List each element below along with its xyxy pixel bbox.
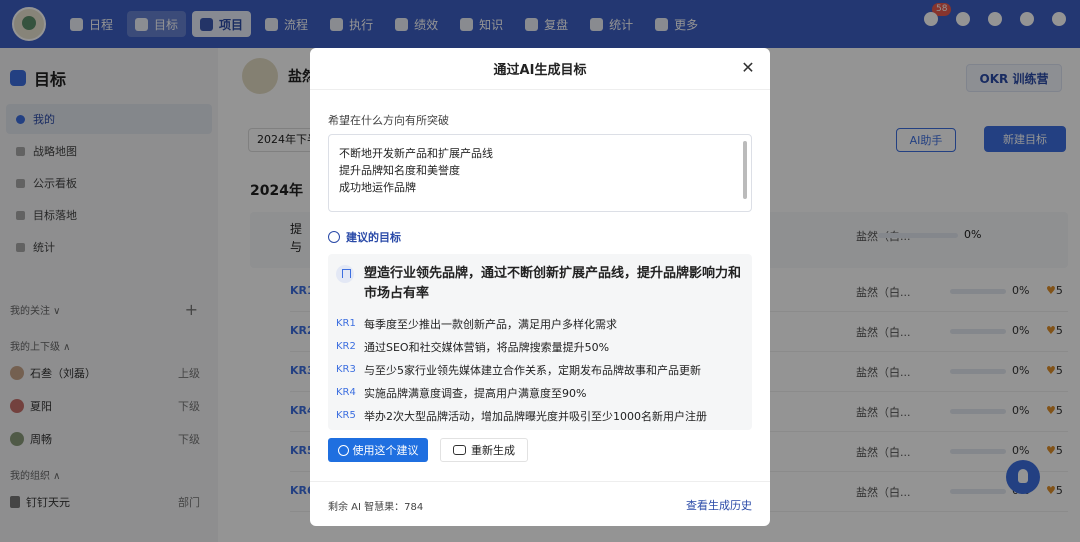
list-item: KR3 与至少5家行业领先媒体建立合作关系，定期发布品牌故事和产品更新	[336, 363, 701, 377]
list-item: KR2 通过SEO和社交媒体营销，将品牌搜索量提升50%	[336, 340, 610, 354]
flag-icon	[336, 265, 354, 283]
ai-generate-dialog: 通过AI生成目标 ✕ 希望在什么方向有所突破 不断地开发新产品和扩展产品线 提升…	[310, 48, 770, 526]
list-item: KR5 举办2次大型品牌活动，增加品牌曝光度并吸引至少1000名新用户注册	[336, 409, 707, 423]
dialog-footer: 剩余 AI 智慧果：784 查看生成历史	[310, 481, 770, 526]
dialog-header: 通过AI生成目标 ✕	[310, 48, 770, 90]
remaining-credits: 剩余 AI 智慧果：784	[328, 502, 424, 513]
regenerate-button[interactable]: 重新生成	[440, 438, 528, 462]
suggested-kr-list: KR1 每季度至少推出一款创新产品，满足用户多样化需求 KR2 通过SEO和社交媒体…	[336, 312, 707, 427]
prompt-label: 希望在什么方向有所突破	[328, 114, 449, 127]
close-icon[interactable]: ✕	[740, 60, 756, 76]
dialog-title: 通过AI生成目标	[493, 63, 587, 78]
view-history-link[interactable]: 查看生成历史	[686, 497, 752, 513]
list-item: KR1 每季度至少推出一款创新产品，满足用户多样化需求	[336, 317, 617, 331]
prompt-textarea[interactable]: 不断地开发新产品和扩展产品线 提升品牌知名度和美誉度 成功地运作品牌	[328, 134, 752, 212]
suggestion-heading: 建议的目标	[328, 229, 401, 245]
scrollbar[interactable]	[743, 141, 747, 199]
robot-icon	[453, 445, 466, 455]
use-suggestion-button[interactable]: 使用这个建议	[328, 438, 428, 462]
suggested-objective: 塑造行业领先品牌，通过不断创新扩展产品线，提升品牌影响力和市场占有率	[364, 266, 742, 301]
suggestion-card: 塑造行业领先品牌，通过不断创新扩展产品线，提升品牌影响力和市场占有率 KR1 每季…	[328, 254, 752, 430]
atom-icon	[328, 231, 340, 243]
check-circle-icon	[337, 444, 349, 456]
list-item: KR4 实施品牌满意度调查，提高用户满意度至90%	[336, 386, 587, 400]
